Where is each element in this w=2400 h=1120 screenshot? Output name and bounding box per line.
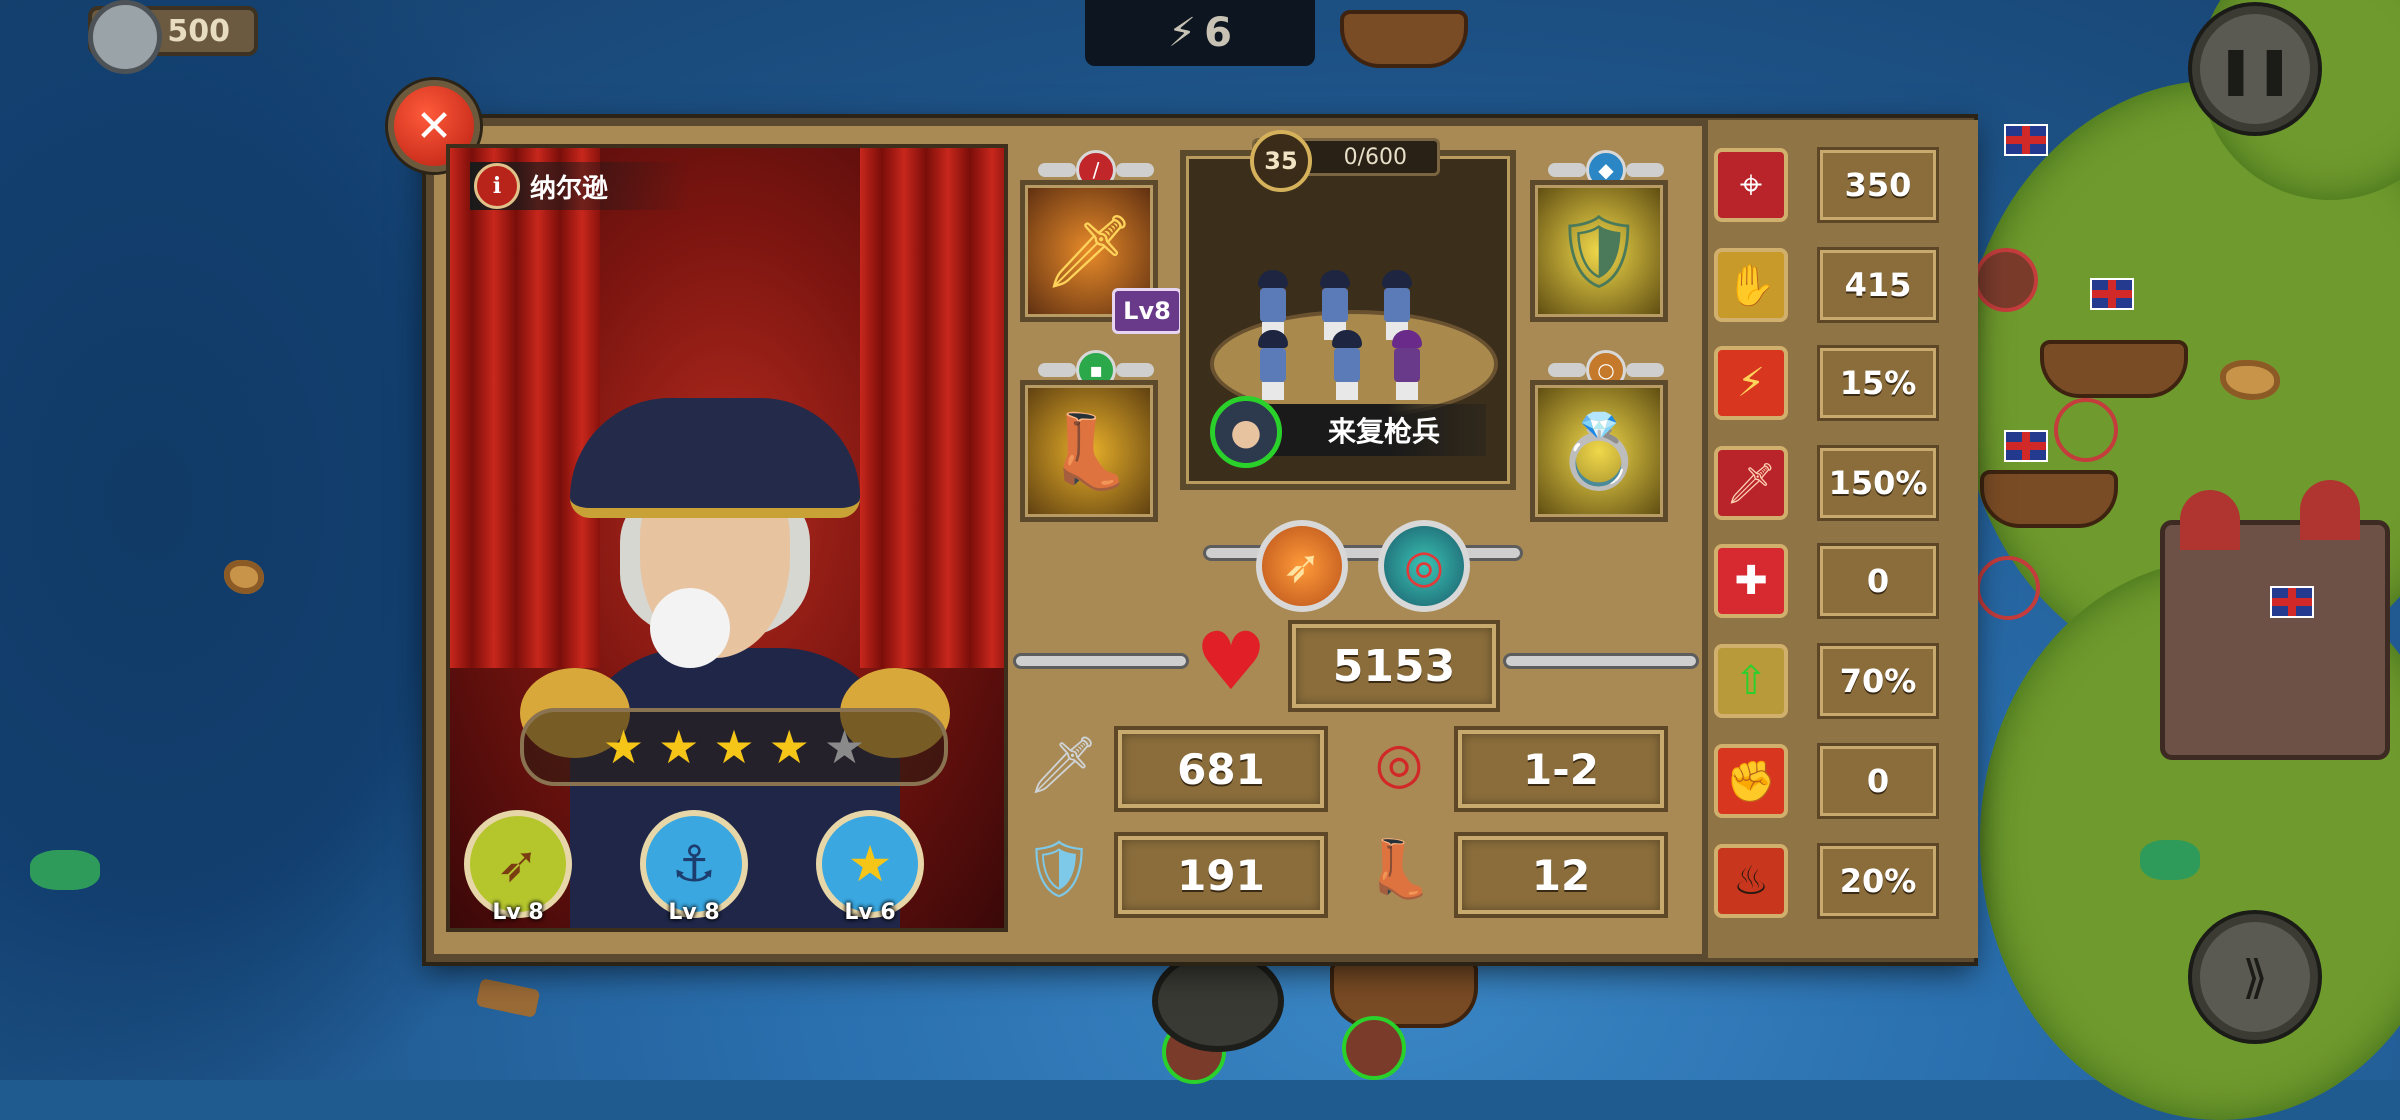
curtain-left	[450, 148, 600, 668]
side-stat-value: 150%	[1820, 448, 1936, 518]
skill-level: Lv 8	[668, 900, 720, 925]
troop-name: 来复枪兵	[1328, 415, 1441, 448]
wave-count: 6	[1204, 10, 1232, 56]
side-stat-value: 20%	[1820, 846, 1936, 916]
ship-top[interactable]	[1340, 10, 1468, 68]
shield-icon: 🛡	[1023, 837, 1095, 902]
troop-commander-avatar[interactable]: ●	[1210, 396, 1282, 468]
coin-count: 500	[167, 13, 230, 49]
speed-value: 12	[1458, 836, 1664, 914]
rifleman-figure	[1256, 330, 1290, 400]
side-stat-value: 0	[1820, 746, 1936, 816]
hero-name: 纳尔逊	[530, 173, 609, 204]
crosshair-icon: ⌖	[1714, 148, 1788, 222]
pause-icon: ❚❚	[2216, 42, 2294, 96]
attack-value: 681	[1118, 730, 1324, 808]
fast-forward-icon: ⟫	[2242, 950, 2268, 1004]
weapon-level-badge: Lv8	[1112, 288, 1182, 334]
boot-icon: 👢	[1364, 837, 1434, 902]
boots-icon: 👢	[1044, 408, 1134, 493]
rock-left	[224, 560, 264, 594]
hero-name-tag: i 纳尔逊	[470, 162, 690, 210]
ally-tower[interactable]	[1152, 950, 1284, 1052]
hero-glove	[650, 588, 730, 668]
enemy-unit-token[interactable]	[1974, 248, 2038, 312]
crossed-arrows-laurel-icon: ➶	[497, 835, 539, 893]
coin-icon	[88, 0, 162, 74]
side-stat-value: 0	[1820, 546, 1936, 616]
wave-icon: ⚡	[1168, 10, 1197, 56]
side-stat-value: 70%	[1820, 646, 1936, 716]
range-value: 1-2	[1458, 730, 1664, 808]
target-icon: ◎	[1403, 539, 1445, 593]
ally-unit-token[interactable]	[1342, 1016, 1406, 1080]
troop-exp: 0/600	[1343, 144, 1407, 170]
ship-bottom[interactable]	[1330, 960, 1478, 1028]
armor-slot[interactable]: 🛡	[1530, 180, 1668, 322]
rank-up-icon: ⇧	[1714, 644, 1788, 718]
star-empty-icon: ★	[823, 720, 866, 774]
hero-star-rating: ★ ★ ★ ★ ★	[520, 708, 948, 786]
skill-level: Lv 8	[492, 900, 544, 925]
rifleman-figure	[1330, 330, 1364, 400]
quick-hand-icon: ✋	[1714, 248, 1788, 322]
anchor-icon: ⚓	[671, 835, 717, 893]
lightning-icon: ⚡	[1714, 346, 1788, 420]
sword-icon: 🗡	[1027, 733, 1099, 798]
skill-level: Lv 6	[844, 900, 896, 925]
ability-bar-ornament	[1206, 548, 1520, 558]
ring-slot[interactable]: 💍	[1530, 380, 1668, 522]
troop-ability-target[interactable]: ◎	[1378, 520, 1470, 612]
side-stat-value: 15%	[1820, 348, 1936, 418]
commander-face-icon: ●	[1230, 411, 1262, 453]
star-filled-icon: ★	[602, 720, 645, 774]
side-stats-column	[1702, 120, 1978, 958]
british-flag-icon	[2004, 430, 2048, 462]
star-laurel-icon: ★	[847, 835, 893, 893]
pause-button[interactable]: ❚❚	[2192, 6, 2318, 132]
troop-ability-arrows[interactable]: ➶	[1256, 520, 1348, 612]
medical-cross-icon: ✚	[1714, 544, 1788, 618]
fist-icon: ✊	[1714, 744, 1788, 818]
side-stat-value: 350	[1820, 150, 1936, 220]
rifleman-figure	[1390, 330, 1424, 400]
hp-value: 5153	[1292, 624, 1496, 708]
burning-figure-icon: ♨	[1714, 844, 1788, 918]
side-stat-value: 415	[1820, 250, 1936, 320]
british-flag-icon	[2090, 278, 2134, 310]
hero-portrait: i 纳尔逊 ★ ★ ★ ★ ★ ➶ Lv 8 ⚓ Lv 8 ★ Lv 6	[446, 144, 1008, 932]
seaweed	[30, 850, 100, 890]
wave-counter: ⚡ 6	[1085, 0, 1315, 66]
boots-slot[interactable]: 👢	[1020, 380, 1158, 522]
curtain-right	[860, 148, 1004, 668]
armor-icon: 🛡	[1553, 208, 1645, 293]
arrows-icon: ➶	[1282, 539, 1322, 593]
speed-button[interactable]: ⟫	[2192, 914, 2318, 1040]
enemy-unit-token[interactable]	[2054, 398, 2118, 462]
critical-sword-icon: 🗡	[1714, 446, 1788, 520]
british-flag-icon	[2004, 124, 2048, 156]
ship-right[interactable]	[2040, 340, 2188, 398]
hero-hat	[570, 398, 860, 518]
heart-icon: ♥	[1195, 614, 1267, 708]
star-filled-icon: ★	[658, 720, 700, 774]
ship-right-2[interactable]	[1980, 470, 2118, 528]
seaweed-right	[2140, 840, 2200, 880]
castle-roof	[2180, 490, 2240, 550]
sword-icon: 🗡	[1043, 208, 1135, 293]
enemy-castle[interactable]	[2160, 520, 2390, 760]
ring-icon: 💍	[1554, 408, 1644, 493]
hp-ornament-right	[1506, 656, 1696, 666]
troop-level-badge: 35	[1250, 130, 1312, 192]
castle-roof-2	[2300, 480, 2360, 540]
british-flag-icon	[2270, 586, 2314, 618]
bullseye-icon: ◎	[1374, 730, 1424, 796]
defense-value: 191	[1118, 836, 1324, 914]
enemy-unit-token[interactable]	[1976, 556, 2040, 620]
hp-ornament-left	[1016, 656, 1186, 666]
star-filled-icon: ★	[713, 720, 755, 774]
star-filled-icon: ★	[768, 720, 810, 774]
info-icon[interactable]: i	[474, 163, 520, 209]
